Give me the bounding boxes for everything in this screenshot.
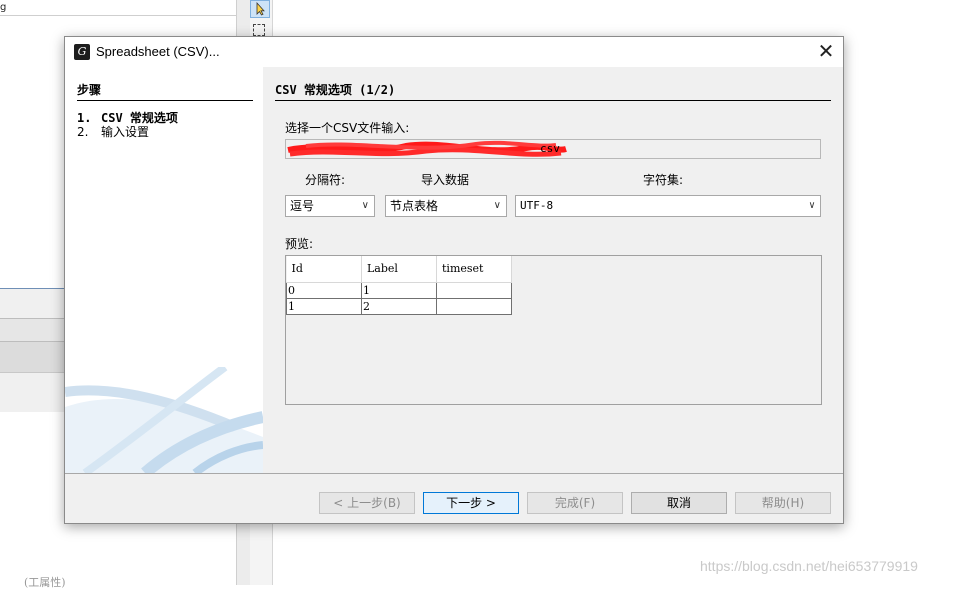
file-path-visible-suffix: csv [540,142,560,155]
footer-divider [65,473,843,474]
background-bottom-text: (工属性) [24,576,66,589]
preview-table: Id Label timeset 0 1 1 2 [286,256,512,315]
section-title: CSV 常规选项 (1/2) [275,81,831,101]
steps-title: 步骤 [77,81,253,101]
import-data-value: 节点表格 [390,199,439,213]
background-top-text: g [0,2,7,13]
separator-label: 分隔符: [305,173,346,187]
watermark-text: https://blog.csdn.net/hei653779919 [700,558,918,574]
import-data-label: 导入数据 [421,173,470,187]
column-header-id[interactable]: Id [286,256,362,283]
csv-file-input[interactable]: csv [285,139,821,159]
table-cell: 0 [286,281,362,299]
table-cell: 1 [286,297,362,315]
close-button[interactable]: ✕ [813,40,839,64]
previous-button[interactable]: < 上一步(B) [319,492,415,514]
pointer-tool-icon[interactable] [250,0,270,18]
next-button[interactable]: 下一步 > [423,492,519,514]
background-row-divider [0,15,236,16]
table-cell [436,281,512,299]
preview-label: 预览: [285,237,314,251]
charset-select[interactable]: UTF-8 ∨ [515,195,821,217]
app-logo-icon: G [74,44,90,60]
rectangle-select-icon[interactable] [253,24,265,36]
cancel-button[interactable]: 取消 [631,492,727,514]
chevron-down-icon: ∨ [808,200,815,211]
options-content: CSV 常规选项 (1/2) 选择一个CSV文件输入: csv 分隔符: 导入数… [263,67,843,473]
finish-button[interactable]: 完成(F) [527,492,623,514]
table-cell: 2 [361,297,437,315]
charset-label: 字符集: [643,173,684,187]
step-label: 输入设置 [101,125,150,139]
chevron-down-icon: ∨ [361,200,369,211]
column-header-timeset[interactable]: timeset [436,256,512,283]
separator-select[interactable]: 逗号 ∨ [285,195,375,217]
step-number: 2. [77,125,89,139]
file-select-label: 选择一个CSV文件输入: [285,121,410,135]
table-cell [436,297,512,315]
preview-table-area[interactable]: Id Label timeset 0 1 1 2 [285,255,822,405]
charset-value: UTF-8 [520,199,554,212]
import-data-select[interactable]: 节点表格 ∨ [385,195,507,217]
steps-panel: 步骤 1. CSV 常规选项 2. 输入设置 [65,67,263,473]
help-button[interactable]: 帮助(H) [735,492,831,514]
table-row: 0 1 [286,281,512,299]
table-row: 1 2 [286,297,512,315]
separator-value: 逗号 [290,199,315,213]
csv-import-dialog: G Spreadsheet (CSV)... ✕ 步骤 1. CSV 常规选项 2… [64,36,844,524]
decorative-swoosh-graphic [65,367,263,473]
column-header-label[interactable]: Label [361,256,437,283]
dialog-titlebar[interactable]: G Spreadsheet (CSV)... ✕ [65,37,843,67]
table-cell: 1 [361,281,437,299]
dialog-title: Spreadsheet (CSV)... [96,44,220,59]
step-item-input-settings: 2. 输入设置 [77,123,149,140]
chevron-down-icon: ∨ [493,200,501,211]
arrow-cursor-icon [256,1,265,16]
